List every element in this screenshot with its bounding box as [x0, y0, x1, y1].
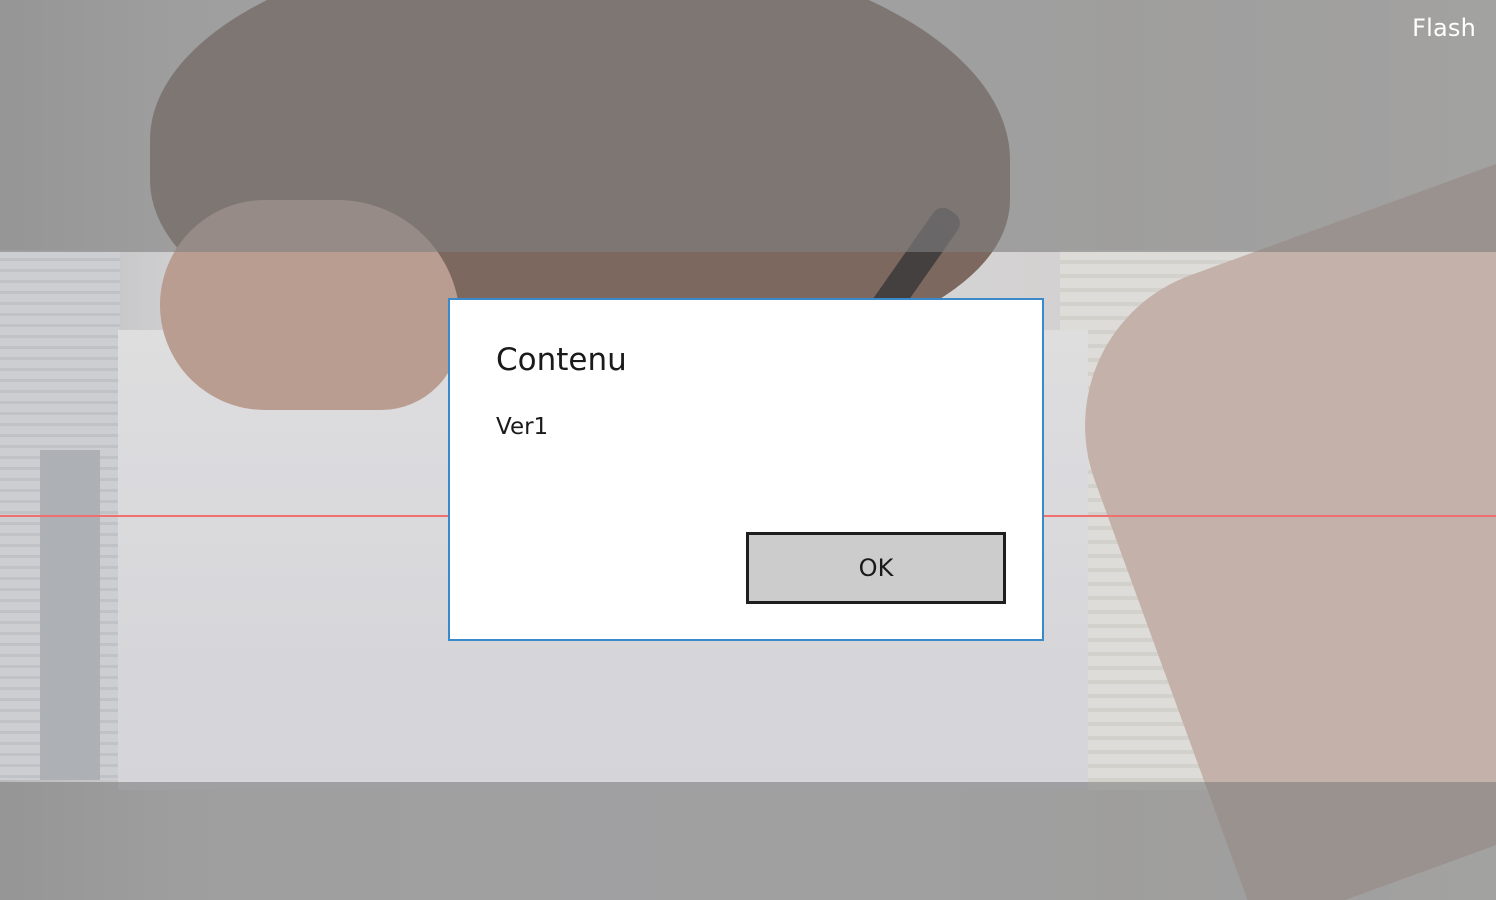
ok-button[interactable]: OK	[746, 532, 1006, 604]
flash-toggle[interactable]: Flash	[1412, 14, 1476, 42]
dialog-title: Contenu	[496, 342, 627, 378]
barcode-scanner-screen: Flash Contenu Ver1 OK	[0, 0, 1496, 900]
dialog-message: Ver1	[496, 414, 549, 440]
scan-mask-bottom	[0, 782, 1496, 900]
message-dialog: Contenu Ver1 OK	[448, 298, 1044, 641]
scan-mask-top	[0, 0, 1496, 252]
